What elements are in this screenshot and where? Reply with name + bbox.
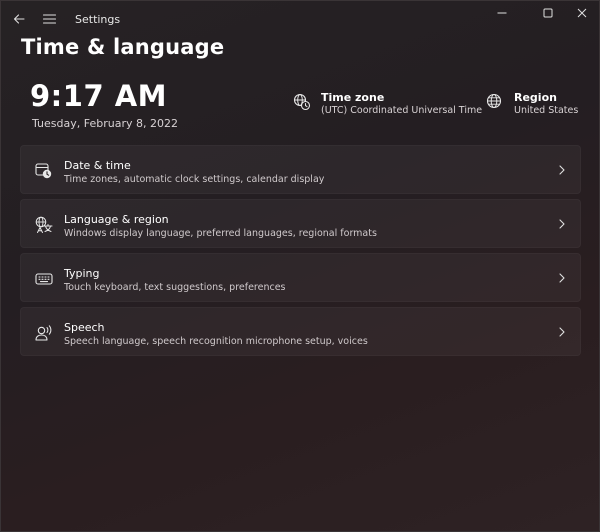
card-title: Language & region [64, 213, 169, 226]
language-icon [35, 216, 53, 234]
chevron-right-icon [556, 272, 568, 284]
close-button[interactable] [559, 1, 600, 25]
card-title: Speech [64, 321, 105, 334]
region-label: Region [514, 91, 557, 104]
current-time: 9:17 AM [30, 79, 168, 113]
timezone-value: (UTC) Coordinated Universal Time [321, 105, 483, 116]
back-button[interactable] [7, 7, 31, 31]
card-subtitle: Touch keyboard, text suggestions, prefer… [64, 282, 286, 293]
date-time-card[interactable]: Date & time Time zones, automatic clock … [20, 145, 581, 194]
chevron-right-icon [556, 164, 568, 176]
language-region-card[interactable]: Language & region Windows display langua… [20, 199, 581, 248]
title-bar: Settings [1, 1, 599, 37]
card-title: Date & time [64, 159, 131, 172]
speech-card[interactable]: Speech Speech language, speech recogniti… [20, 307, 581, 356]
calendar-clock-icon [35, 162, 53, 180]
card-subtitle: Windows display language, preferred lang… [64, 228, 377, 239]
minimize-icon [497, 8, 507, 18]
card-title: Typing [64, 267, 100, 280]
keyboard-icon [35, 270, 53, 288]
app-title: Settings [75, 13, 121, 26]
region-value: United States [514, 105, 579, 116]
hamburger-menu-icon [42, 14, 56, 24]
back-arrow-icon [13, 13, 25, 25]
minimize-button[interactable] [479, 1, 525, 25]
settings-window: Settings Time & language 9:17 AM Tuesday… [0, 0, 600, 532]
current-date: Tuesday, February 8, 2022 [32, 117, 178, 130]
chevron-right-icon [556, 326, 568, 338]
globe-icon [486, 93, 504, 111]
typing-card[interactable]: Typing Touch keyboard, text suggestions,… [20, 253, 581, 302]
maximize-icon [543, 8, 553, 18]
menu-button[interactable] [37, 7, 61, 31]
speech-icon [35, 324, 53, 342]
card-subtitle: Speech language, speech recognition micr… [64, 336, 368, 347]
timezone-label: Time zone [321, 91, 385, 104]
close-icon [577, 8, 587, 18]
globe-clock-icon [293, 93, 311, 111]
page-title: Time & language [21, 35, 225, 59]
card-subtitle: Time zones, automatic clock settings, ca… [64, 174, 325, 185]
chevron-right-icon [556, 218, 568, 230]
